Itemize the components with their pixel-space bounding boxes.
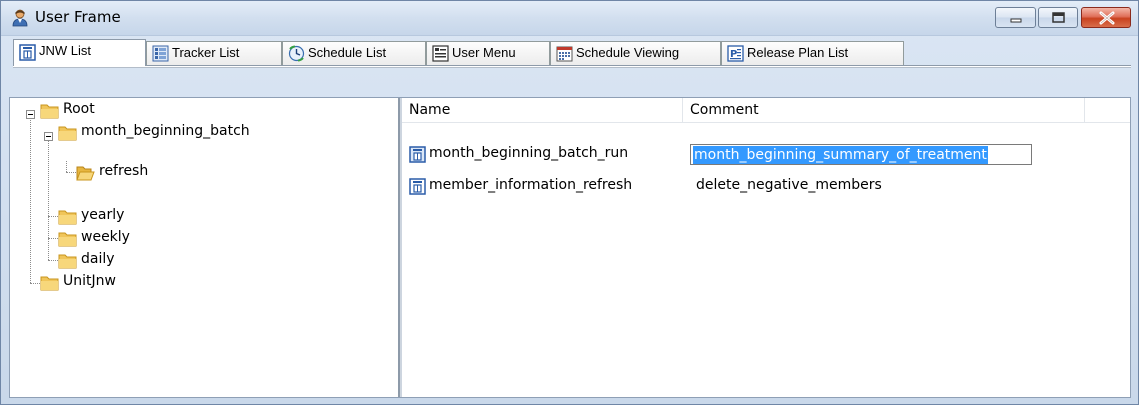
tab-label: Schedule Viewing — [576, 45, 680, 60]
tab-jnw-list[interactable]: JNW List — [13, 39, 146, 66]
tab-release-plan-list[interactable]: P Release Plan List — [721, 41, 904, 65]
tree-connector — [30, 117, 31, 283]
tree-node-label: daily — [81, 251, 115, 267]
title-bar[interactable]: User Frame — [1, 1, 1138, 36]
tab-underline — [13, 65, 1131, 68]
tree-connector — [66, 172, 76, 173]
tree-node-unitjnw[interactable]: UnitJnw — [40, 272, 290, 294]
tree-connector — [66, 161, 67, 172]
tab-label: Release Plan List — [747, 45, 849, 60]
tab-label: Schedule List — [308, 45, 387, 60]
release-plan-icon: P — [727, 45, 744, 62]
user-menu-icon — [432, 45, 449, 62]
tab-schedule-viewing[interactable]: Schedule Viewing — [550, 41, 721, 65]
content-panels: Root month_beginning_batch refresh yearl… — [9, 97, 1131, 398]
tree-node-label: month_beginning_batch — [81, 123, 250, 139]
close-icon — [1099, 11, 1115, 25]
restore-icon — [1052, 12, 1065, 23]
collapse-toggle[interactable] — [44, 132, 53, 141]
folder-icon — [40, 276, 59, 291]
tree-connector — [48, 238, 58, 239]
row-name: member_information_refresh — [429, 177, 633, 193]
minimize-button[interactable] — [995, 7, 1036, 28]
window-title: User Frame — [35, 8, 121, 26]
tab-label: JNW List — [39, 43, 91, 58]
schedule-list-icon — [288, 45, 305, 62]
tab-label: User Menu — [452, 45, 516, 60]
folder-icon — [58, 254, 77, 269]
tracker-list-icon — [152, 45, 169, 62]
tree-node-root[interactable]: Root — [40, 100, 340, 122]
collapse-toggle[interactable] — [26, 110, 35, 119]
tab-schedule-list[interactable]: Schedule List — [282, 41, 426, 65]
tab-tracker-list[interactable]: Tracker List — [146, 41, 282, 65]
tab-label: Tracker List — [172, 45, 240, 60]
row-comment: delete_negative_members — [696, 177, 882, 193]
folder-icon — [58, 210, 77, 225]
user-icon — [12, 9, 28, 27]
minimize-icon — [1010, 18, 1022, 23]
user-frame-window: User Frame JNW List Tracker List Schedul… — [0, 0, 1139, 405]
tree-node-label: yearly — [81, 207, 125, 223]
tree-node-daily[interactable]: daily — [58, 250, 308, 272]
folder-icon — [58, 232, 77, 247]
row-name: month_beginning_batch_run — [429, 145, 629, 161]
tree-connector — [48, 260, 58, 261]
tree-node-label: refresh — [99, 163, 149, 179]
tree-node-refresh[interactable]: refresh — [76, 162, 326, 184]
tab-user-menu[interactable]: User Menu — [426, 41, 550, 65]
tab-strip: JNW List Tracker List Schedule List User… — [13, 39, 1131, 96]
tree-node-yearly[interactable]: yearly — [58, 206, 308, 228]
list-header: Name Comment — [402, 98, 1130, 123]
tree-node-label: UnitJnw — [63, 273, 116, 289]
jnw-list-view[interactable]: Name Comment month_beginning_batch_run m… — [402, 98, 1130, 397]
folder-icon — [40, 104, 59, 119]
jnw-list-icon — [19, 44, 36, 61]
comment-edit-field[interactable]: month_beginning_summary_of_treatment — [690, 144, 1032, 165]
jnw-item-icon — [409, 146, 426, 163]
list-row[interactable]: member_information_refresh delete_negati… — [402, 176, 1130, 198]
jnw-item-icon — [409, 178, 426, 195]
list-row[interactable]: month_beginning_batch_run month_beginnin… — [402, 144, 1130, 166]
column-header-name[interactable]: Name — [402, 98, 683, 122]
tree-node-label: Root — [63, 101, 95, 117]
tree-connector — [48, 216, 58, 217]
calendar-icon — [556, 46, 573, 62]
folder-tree[interactable]: Root month_beginning_batch refresh yearl… — [10, 98, 400, 397]
tree-connector — [48, 139, 49, 260]
tree-node-month-beginning-batch[interactable]: month_beginning_batch — [58, 122, 358, 144]
folder-icon — [58, 126, 77, 141]
selected-comment-text[interactable]: month_beginning_summary_of_treatment — [693, 146, 988, 164]
maximize-button[interactable] — [1038, 7, 1078, 28]
open-folder-icon — [76, 166, 95, 181]
column-header-comment[interactable]: Comment — [683, 98, 1085, 122]
tree-node-label: weekly — [81, 229, 130, 245]
tree-connector — [30, 283, 40, 284]
close-button[interactable] — [1081, 7, 1131, 28]
tree-node-weekly[interactable]: weekly — [58, 228, 308, 250]
